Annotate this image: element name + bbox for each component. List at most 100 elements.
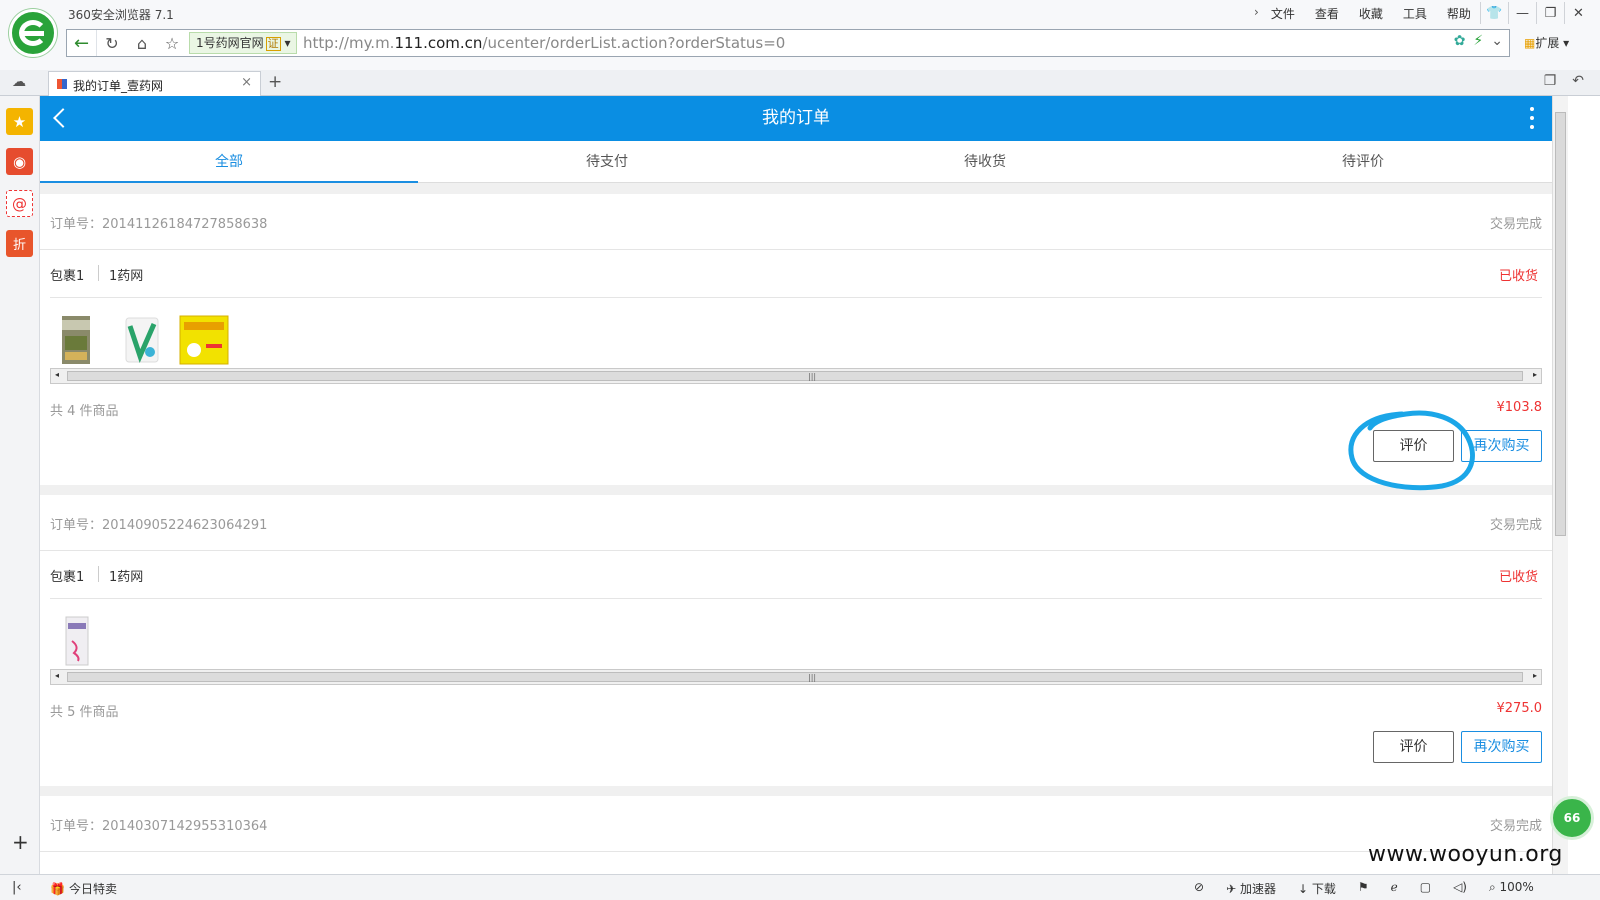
tab-pending-payment[interactable]: 待支付 xyxy=(418,141,796,182)
chevron-down-icon[interactable]: ⌄ xyxy=(1491,33,1503,49)
app-title: 360安全浏览器 7.1 xyxy=(68,8,174,22)
product-image[interactable] xyxy=(50,615,102,667)
maximize-button[interactable]: ❐ xyxy=(1536,2,1564,24)
chevron-right-icon[interactable]: › xyxy=(1254,5,1259,22)
accelerator-button[interactable]: ✈ 加速器 xyxy=(1226,880,1276,897)
menu-file[interactable]: 文件 xyxy=(1271,5,1295,22)
block-icon[interactable]: ⊘ xyxy=(1194,880,1204,897)
cloud-icon[interactable]: ☁ xyxy=(12,74,26,90)
mail-icon[interactable]: @ xyxy=(6,190,33,217)
skin-icon[interactable]: 👕 xyxy=(1480,2,1508,24)
security-icon[interactable]: ✿ xyxy=(1454,33,1466,49)
rebuy-button[interactable]: 再次购买 xyxy=(1461,430,1542,462)
tab-tools: ❐ ↶ xyxy=(1544,73,1584,89)
product-list: ◂ ||| ▸ xyxy=(50,599,1542,685)
browser-tab[interactable]: 我的订单_壹药网 × xyxy=(48,71,261,97)
order-tabs: 全部 待支付 待收货 待评价 xyxy=(40,141,1552,183)
vertical-scrollbar[interactable] xyxy=(1552,96,1568,874)
discount-icon[interactable]: 折 xyxy=(6,230,33,257)
scroll-left-icon[interactable]: ◂ xyxy=(55,671,59,680)
review-button[interactable]: 评价 xyxy=(1373,731,1454,763)
url-text[interactable]: http://my.m.111.com.cn/ucenter/orderList… xyxy=(303,30,785,56)
order-total: ¥275.0 xyxy=(1496,701,1543,716)
collapse-sidebar-icon[interactable]: |‹ xyxy=(12,880,22,895)
shop-name: 1药网 xyxy=(109,269,144,284)
order-card: 订单号：20141126184727858638 交易完成 包裹1 1药网 已收… xyxy=(40,194,1552,485)
page-title: 我的订单 xyxy=(762,108,830,128)
order-status: 交易完成 xyxy=(1489,217,1542,232)
address-bar[interactable]: ← ↻ ⌂ ☆ 1号药网官网证 ▾ http://my.m.111.com.cn… xyxy=(66,29,1510,57)
scroll-left-icon[interactable]: ◂ xyxy=(55,370,59,379)
horizontal-scrollbar[interactable]: ◂ ||| ▸ xyxy=(50,368,1542,384)
product-image[interactable] xyxy=(114,314,166,366)
download-button[interactable]: ↓ 下载 xyxy=(1298,880,1336,897)
divider xyxy=(98,265,99,281)
grid-icon: ▦ xyxy=(1524,36,1536,50)
close-tab-icon[interactable]: × xyxy=(241,75,252,90)
float-badge[interactable]: 66 xyxy=(1550,796,1594,840)
star-icon[interactable]: ☆ xyxy=(161,32,183,54)
horizontal-scrollbar[interactable]: ◂ ||| ▸ xyxy=(50,669,1542,685)
back-icon[interactable]: ← xyxy=(67,30,97,56)
site-verified-badge[interactable]: 1号药网官网证 ▾ xyxy=(189,32,298,54)
scroll-right-icon[interactable]: ▸ xyxy=(1533,671,1537,680)
refresh-icon[interactable]: ↻ xyxy=(101,32,123,54)
sound-icon[interactable]: ◁) xyxy=(1453,880,1467,897)
minimize-button[interactable]: — xyxy=(1508,2,1536,24)
divider xyxy=(98,566,99,582)
gift-icon: 🎁 xyxy=(50,882,65,896)
window-icon[interactable]: ▢ xyxy=(1420,880,1431,897)
order-number: 订单号：20141126184727858638 xyxy=(50,217,268,232)
tab-pending-review[interactable]: 待评价 xyxy=(1174,141,1552,182)
tab-all[interactable]: 全部 xyxy=(40,141,418,183)
favorites-icon[interactable]: ★ xyxy=(6,108,33,135)
extensions-button[interactable]: ▦扩展 ▾ xyxy=(1524,34,1569,51)
menu-help[interactable]: 帮助 xyxy=(1447,5,1471,22)
more-icon[interactable] xyxy=(1530,107,1534,131)
menu-favorites[interactable]: 收藏 xyxy=(1359,5,1383,22)
web-page: 我的订单 全部 待支付 待收货 待评价 订单号：2014112618472785… xyxy=(40,96,1552,874)
product-list: ◂ ||| ▸ xyxy=(50,298,1542,384)
order-status: 交易完成 xyxy=(1489,518,1542,533)
flag-icon[interactable]: ⚑ xyxy=(1358,880,1369,897)
order-number: 订单号：20140307142955310364 xyxy=(50,819,268,834)
zoom-level[interactable]: ⌕ 100% xyxy=(1489,880,1534,897)
tab-list-icon[interactable]: ❐ xyxy=(1544,73,1557,89)
rebuy-button[interactable]: 再次购买 xyxy=(1461,731,1542,763)
order-status: 交易完成 xyxy=(1489,819,1542,834)
ie-icon[interactable]: ℯ xyxy=(1391,880,1398,897)
item-count: 共 4 件商品 xyxy=(50,404,119,419)
tab-bar: ☁ 我的订单_壹药网 × + ❐ ↶ xyxy=(0,70,1600,97)
add-sidebar-icon[interactable]: + xyxy=(12,830,29,854)
close-window-button[interactable]: ✕ xyxy=(1564,2,1592,24)
menu-view[interactable]: 查看 xyxy=(1315,5,1339,22)
package-status: 已收货 xyxy=(1498,570,1538,585)
review-button[interactable]: 评价 xyxy=(1373,430,1454,462)
new-tab-icon[interactable]: + xyxy=(268,72,282,92)
daily-deal-link[interactable]: 🎁 今日特卖 xyxy=(50,880,117,897)
order-card: 订单号：20140307142955310364 交易完成 xyxy=(40,796,1552,874)
browser-logo[interactable] xyxy=(9,9,57,57)
lightning-icon[interactable]: ⚡ xyxy=(1473,33,1483,49)
favicon-icon xyxy=(57,79,67,89)
watermark: www.wooyun.org xyxy=(1368,842,1563,867)
title-bar: 360安全浏览器 7.1 › 文件 查看 收藏 工具 帮助 👕 — ❐ ✕ xyxy=(0,0,1600,30)
order-number: 订单号：20140905224623064291 xyxy=(50,518,268,533)
product-image[interactable] xyxy=(50,314,102,366)
shop-name: 1药网 xyxy=(109,570,144,585)
undo-close-icon[interactable]: ↶ xyxy=(1572,73,1584,89)
tab-pending-receipt[interactable]: 待收货 xyxy=(796,141,1174,182)
weibo-icon[interactable]: ◉ xyxy=(6,148,33,175)
scroll-right-icon[interactable]: ▸ xyxy=(1533,370,1537,379)
home-icon[interactable]: ⌂ xyxy=(131,32,153,54)
item-count: 共 5 件商品 xyxy=(50,705,119,720)
order-total: ¥103.8 xyxy=(1496,400,1543,415)
window-controls: 👕 — ❐ ✕ xyxy=(1480,2,1592,24)
package-name: 包裹1 xyxy=(50,570,85,585)
menu-tools[interactable]: 工具 xyxy=(1403,5,1427,22)
page-header: 我的订单 xyxy=(40,96,1552,141)
order-card: 订单号：20140905224623064291 交易完成 包裹1 1药网 已收… xyxy=(40,495,1552,786)
product-image[interactable] xyxy=(178,314,230,366)
menu-bar: › 文件 查看 收藏 工具 帮助 xyxy=(1254,5,1471,22)
package-status: 已收货 xyxy=(1498,269,1538,284)
